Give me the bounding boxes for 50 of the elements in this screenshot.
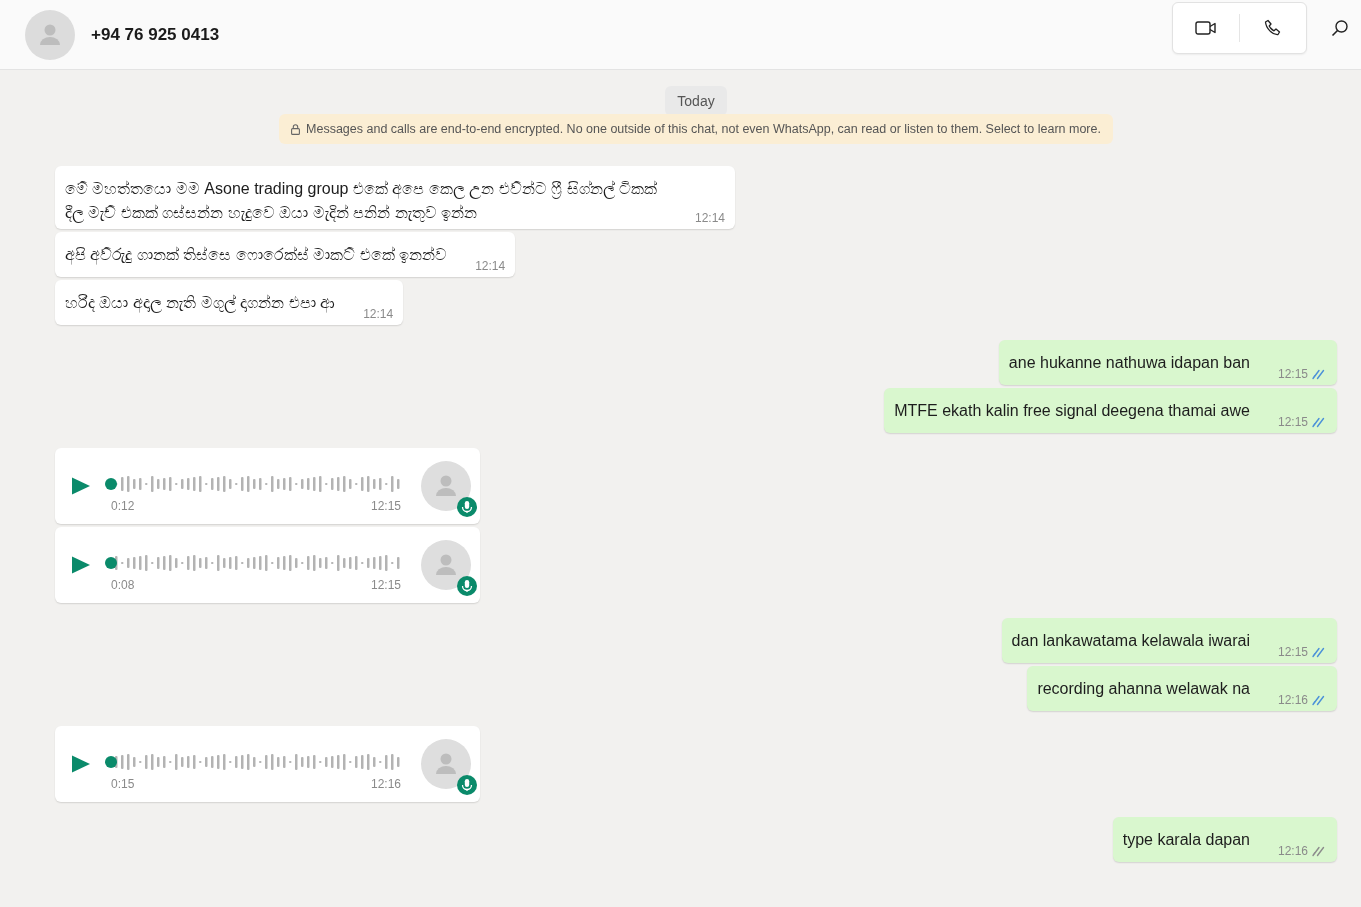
- message-bubble[interactable]: recording ahanna welawak na 12:16: [1027, 666, 1337, 711]
- message-time: 12:14: [363, 307, 394, 321]
- message-bubble[interactable]: අපි අව්රුදු ගානක් තිස්සෙ ෆොරෙක්ස් මාකට් එකේ ඉනන්ව 12:14: [55, 232, 516, 277]
- message-time: 12:15: [370, 578, 401, 592]
- message-bubble[interactable]: හරිද ඔයා අදාල නැති මගුල් දාගන්න එපා ආ 12:14: [55, 280, 404, 325]
- play-icon: [71, 555, 91, 575]
- message-text: recording ahanna welawak na: [1037, 679, 1250, 699]
- microphone-icon: [457, 497, 477, 517]
- message-text: මේ මහත්තයො මම Asone trading group එකේ අපෙ කෙල උන එව්න්ට ෆ්‍රී සිග්නල් ටිකක් දීල මැච් එකක් ගස්සන්න හැදුවෙ ඔයා මැදින් පනින් නැතුව ඉන්න: [65, 179, 658, 225]
- message-text: හරිද ඔයා අදාල නැති මගුල් දාගන්න එපා ආ: [65, 293, 336, 315]
- message-bubble[interactable]: type karala dapan 12:16: [1112, 817, 1337, 862]
- message-time: 12:14: [475, 259, 506, 273]
- message-time: 12:15: [370, 499, 401, 513]
- date-chip: Today: [665, 86, 727, 116]
- message-time: 12:16: [1277, 844, 1308, 858]
- microphone-icon: [457, 775, 477, 795]
- contact-name: +94 76 925 0413: [91, 24, 221, 45]
- message-time: 12:15: [1277, 367, 1308, 381]
- voice-duration: 0:12: [111, 499, 135, 513]
- person-icon: [433, 751, 459, 777]
- lock-icon: [291, 123, 301, 135]
- message-time: 12:15: [1277, 645, 1308, 659]
- message-text: MTFE ekath kalin free signal deegena thamai awe: [894, 401, 1250, 421]
- person-icon: [433, 473, 459, 499]
- message-bubble[interactable]: මේ මහත්තයො මම Asone trading group එකේ අපෙ කෙල උන එව්න්ට ෆ්‍රී සිග්නල් ටිකක් දීල මැච් එකක් ගස්සන්න හැදුවෙ ඔයා මැදින් පනින් නැතුව ඉන්න 12:14: [55, 166, 735, 229]
- search-button[interactable]: [1331, 18, 1349, 37]
- person-icon: [433, 552, 459, 578]
- play-button[interactable]: [71, 754, 91, 774]
- message-time: 12:15: [1277, 415, 1308, 429]
- message-text: dan lankawatama kelawala iwarai: [1011, 631, 1250, 651]
- play-icon: [71, 476, 91, 496]
- message-text: type karala dapan: [1122, 830, 1250, 850]
- message-time: 12:16: [370, 777, 401, 791]
- message-bubble[interactable]: dan lankawatama kelawala iwarai 12:15: [1001, 618, 1337, 663]
- microphone-icon: [457, 576, 477, 596]
- voice-duration: 0:15: [111, 777, 135, 791]
- message-text: ane hukanne nathuwa idapan ban: [1008, 353, 1250, 373]
- play-button[interactable]: [71, 555, 91, 575]
- play-icon: [71, 754, 91, 774]
- encryption-notice[interactable]: Messages and calls are end-to-end encrypted. No one outside of this chat, not even WhatsApp, can read or listen to them. Select to learn more.: [279, 114, 1113, 144]
- search-icon: [1331, 18, 1349, 37]
- video-camera-icon: [1195, 19, 1217, 36]
- message-bubble[interactable]: ane hukanne nathuwa idapan ban 12:15: [998, 340, 1337, 385]
- phone-icon: [1264, 18, 1282, 37]
- message-time: 12:14: [694, 211, 725, 225]
- message-text: අපි අව්රුදු ගානක් තිස්සෙ ෆොරෙක්ස් මාකට් එකේ ඉනන්ව: [65, 245, 448, 267]
- message-bubble[interactable]: MTFE ekath kalin free signal deegena thamai awe 12:15: [884, 388, 1337, 433]
- message-time: 12:16: [1277, 693, 1308, 707]
- play-button[interactable]: [71, 476, 91, 496]
- voice-duration: 0:08: [111, 578, 135, 592]
